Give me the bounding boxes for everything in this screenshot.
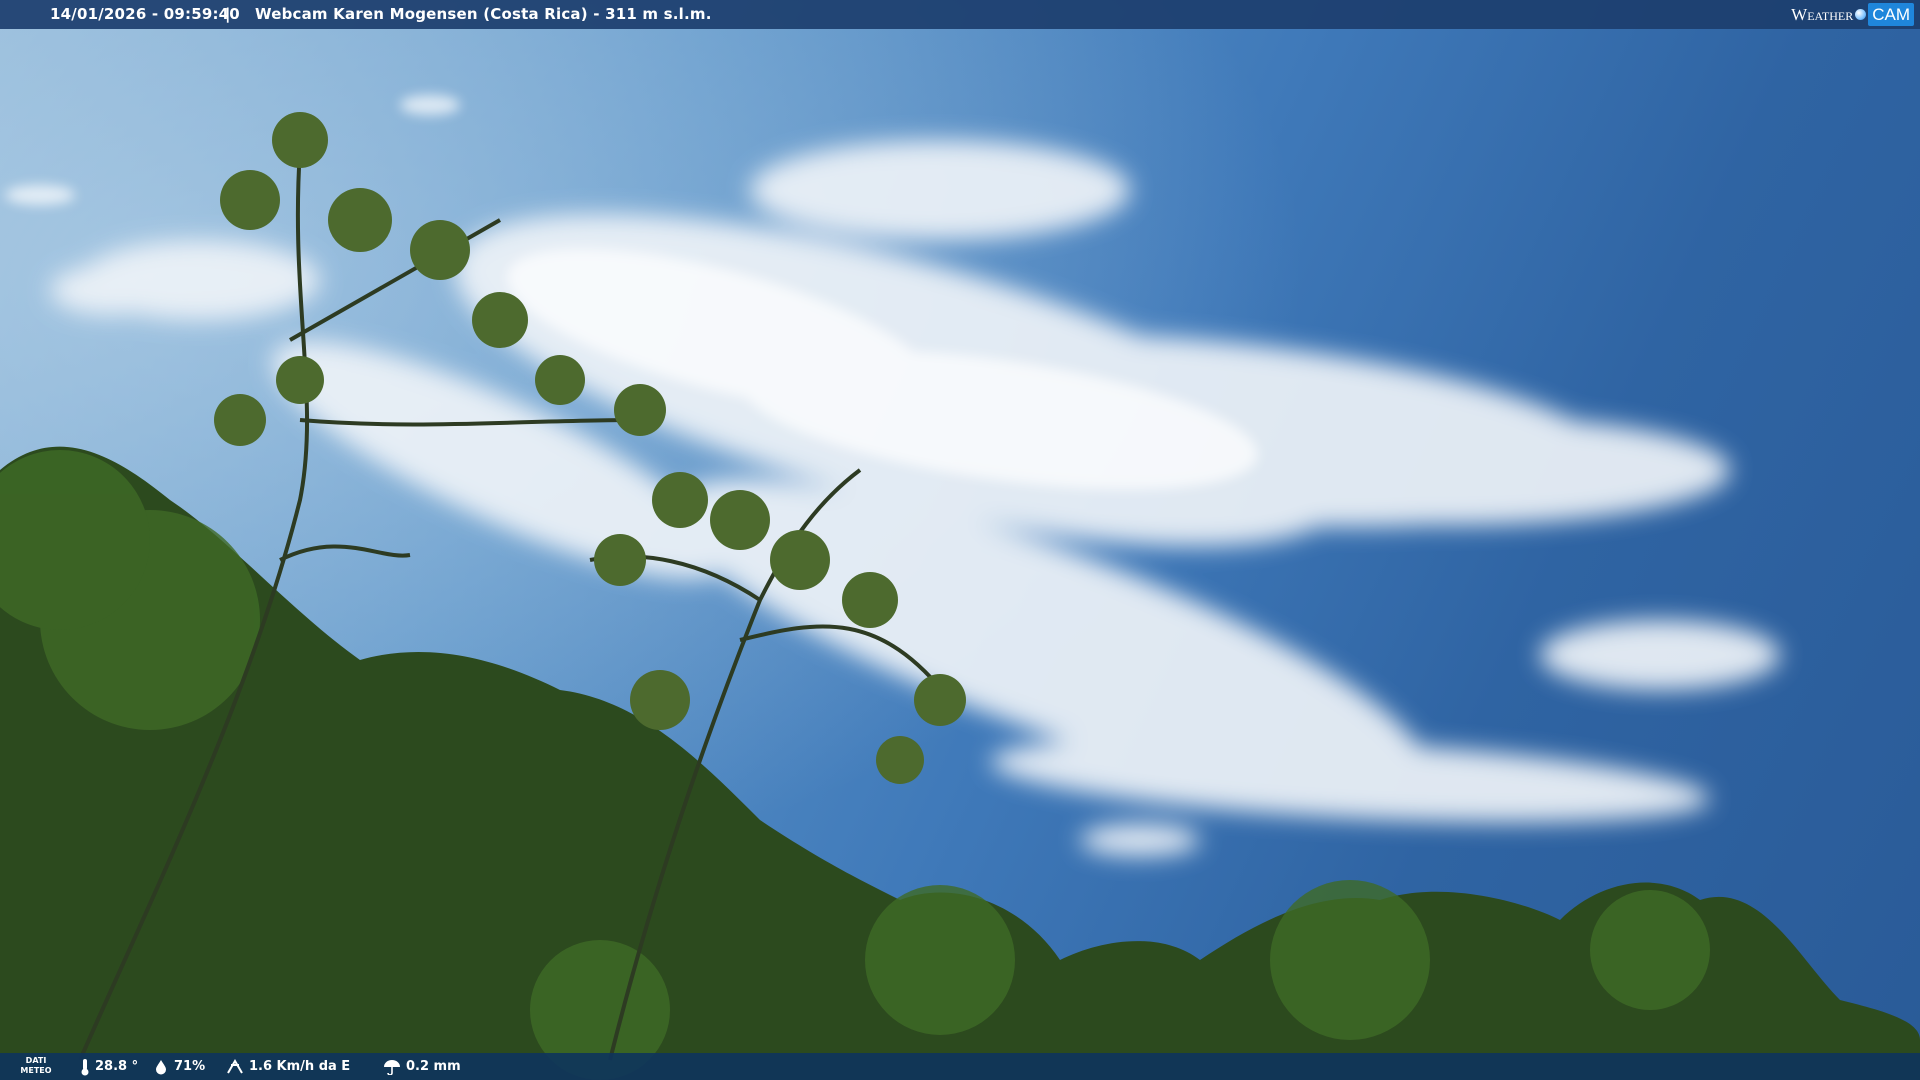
wind-icon [226, 1058, 244, 1075]
globe-icon [1855, 9, 1867, 20]
wind-reading: 1.6 Km/h da E [226, 1053, 350, 1080]
webcam-image [0, 0, 1920, 1080]
weathercam-logo: Weather CAM [1791, 2, 1914, 27]
rain-value: 0.2 mm [406, 1059, 461, 1074]
meteo-label-line2: METEO [20, 1066, 52, 1075]
timestamp: 14/01/2026 - 09:59:40 [50, 5, 240, 23]
humidity-drop-icon [153, 1059, 169, 1075]
thermometer-icon [80, 1058, 90, 1076]
brand-weather-text: Weather [1791, 4, 1854, 24]
rain-reading: 0.2 mm [383, 1053, 461, 1080]
brand-cam-text: CAM [1868, 3, 1914, 26]
title-separator: | [225, 5, 231, 23]
webcam-title: Webcam Karen Mogensen (Costa Rica) - 311… [255, 5, 712, 23]
meteo-label: DATI METEO [20, 1056, 52, 1076]
temperature-reading: 28.8 ° [80, 1053, 138, 1080]
meteo-label-line1: DATI [25, 1056, 47, 1065]
top-info-bar: 14/01/2026 - 09:59:40 | Webcam Karen Mog… [0, 0, 1920, 29]
wind-value: 1.6 Km/h da E [249, 1059, 351, 1074]
humidity-value: 71% [174, 1059, 206, 1074]
sky-scene [0, 0, 1920, 1080]
temperature-value: 28.8 ° [95, 1059, 139, 1074]
rain-umbrella-icon [383, 1059, 401, 1075]
humidity-reading: 71% [153, 1053, 205, 1080]
meteo-data-bar: DATI METEO 28.8 ° 71% 1.6 Km/h da E 0.2 … [0, 1053, 1920, 1080]
